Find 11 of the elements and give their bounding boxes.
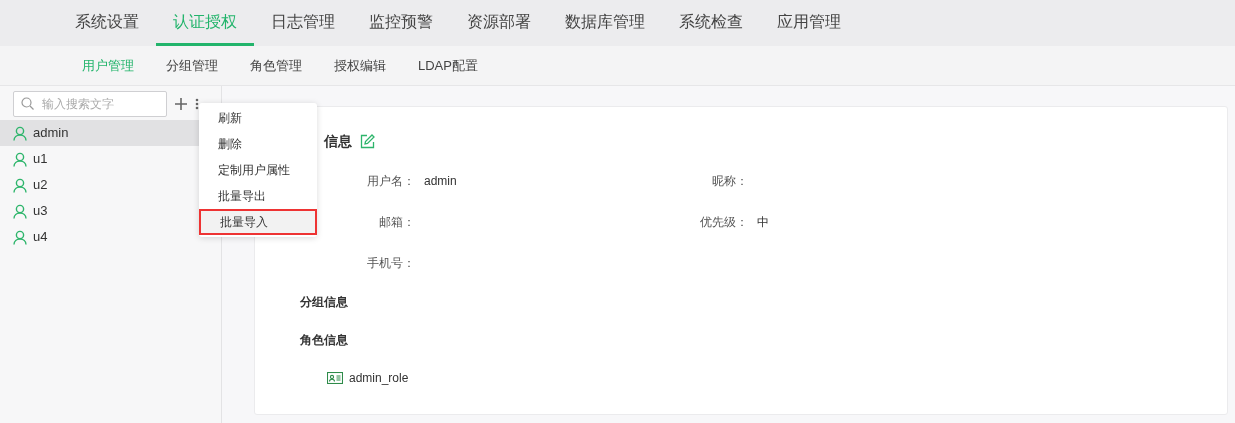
field-label: 优先级： [699,214,748,231]
section-title: 角色信息 [300,332,349,349]
role-name: admin_role [349,370,409,387]
field-value: admin [424,173,457,190]
section-title: 信息 [324,132,352,151]
section-title: 分组信息 [300,294,349,311]
field-label: 邮箱： [378,214,415,231]
field-label: 手机号： [366,255,415,272]
field-label: 昵称： [711,173,748,190]
field-value: 中 [757,214,769,231]
field-label: 用户名： [366,173,415,190]
